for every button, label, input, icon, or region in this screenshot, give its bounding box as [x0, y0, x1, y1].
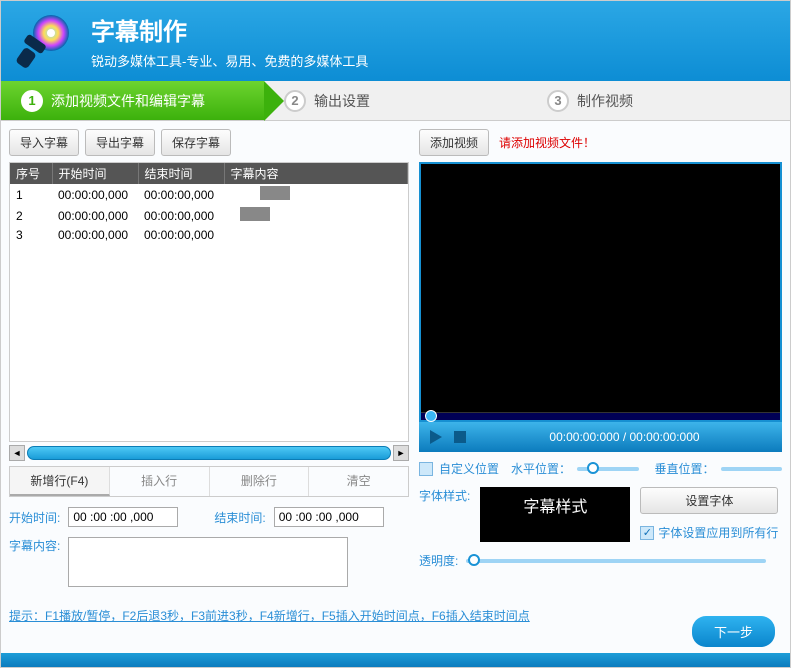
app-title: 字幕制作 [91, 12, 368, 47]
video-warning-text: 请添加视频文件！ [499, 134, 595, 151]
app-header: 字幕制作 锐动多媒体工具-专业、易用、免费的多媒体工具 [1, 1, 790, 81]
play-icon[interactable] [427, 428, 445, 446]
start-time-label: 开始时间: [9, 509, 60, 526]
add-video-button[interactable]: 添加视频 [419, 129, 489, 156]
slider-thumb-icon[interactable] [587, 462, 599, 474]
hint-text: 提示：F1播放/暂停，F2后退3秒，F3前进3秒，F4新增行，F5插入开始时间点… [9, 607, 782, 624]
step-2[interactable]: 2 输出设置 [264, 81, 527, 120]
step-1[interactable]: 1 添加视频文件和编辑字幕 [1, 81, 264, 120]
stop-icon[interactable] [451, 428, 469, 446]
app-subtitle: 锐动多媒体工具-专业、易用、免费的多媒体工具 [91, 51, 368, 70]
opacity-slider[interactable] [466, 559, 766, 563]
col-start: 开始时间 [52, 163, 138, 184]
video-preview [419, 162, 782, 422]
hpos-slider[interactable] [577, 467, 638, 471]
app-logo-icon [16, 11, 76, 71]
time-display: 00:00:00:000 / 00:00:00:000 [549, 430, 699, 444]
scroll-track[interactable] [27, 446, 391, 460]
step-1-label: 添加视频文件和编辑字幕 [51, 91, 205, 111]
apply-all-checkbox[interactable] [640, 526, 654, 540]
custom-position-label: 自定义位置 [439, 460, 499, 477]
playhead-icon[interactable] [425, 410, 437, 422]
font-style-preview: 字幕样式 [480, 487, 630, 542]
opacity-label: 透明度: [419, 552, 458, 569]
step-2-label: 输出设置 [314, 91, 370, 111]
scroll-right-icon[interactable]: ► [393, 445, 409, 461]
content-label: 字幕内容: [9, 537, 60, 554]
new-row-button[interactable]: 新增行(F4) [10, 467, 110, 496]
delete-row-button[interactable]: 删除行 [210, 467, 310, 496]
font-style-label: 字体样式: [419, 487, 470, 504]
wizard-steps: 1 添加视频文件和编辑字幕 2 输出设置 3 制作视频 [1, 81, 790, 121]
end-time-label: 结束时间: [214, 509, 265, 526]
step-3-label: 制作视频 [577, 91, 633, 111]
step-3-num: 3 [547, 90, 569, 112]
set-font-button[interactable]: 设置字体 [640, 487, 778, 514]
step-3[interactable]: 3 制作视频 [527, 81, 790, 120]
table-row[interactable]: 2 00:00:00,000 00:00:00,000 [10, 205, 408, 226]
clear-button[interactable]: 清空 [309, 467, 408, 496]
step-2-num: 2 [284, 90, 306, 112]
horizontal-scrollbar[interactable]: ◄ ► [9, 444, 409, 462]
vpos-slider[interactable] [721, 467, 782, 471]
scroll-left-icon[interactable]: ◄ [9, 445, 25, 461]
step-1-num: 1 [21, 90, 43, 112]
insert-row-button[interactable]: 插入行 [110, 467, 210, 496]
apply-all-label: 字体设置应用到所有行 [658, 524, 778, 541]
video-timeline[interactable] [421, 412, 780, 420]
export-subtitle-button[interactable]: 导出字幕 [85, 129, 155, 156]
start-time-input[interactable] [68, 507, 178, 527]
hpos-label: 水平位置： [511, 460, 571, 477]
col-content: 字幕内容 [224, 163, 408, 184]
slider-thumb-icon[interactable] [468, 554, 480, 566]
vpos-label: 垂直位置： [655, 460, 715, 477]
custom-position-checkbox[interactable] [419, 462, 433, 476]
subtitle-table: 序号 开始时间 结束时间 字幕内容 1 00:00:00,000 00:00:0… [9, 162, 409, 442]
video-controls: 00:00:00:000 / 00:00:00:000 [419, 422, 782, 452]
col-seq: 序号 [10, 163, 52, 184]
footer-bar [1, 653, 790, 667]
subtitle-content-input[interactable] [68, 537, 348, 587]
table-row[interactable]: 1 00:00:00,000 00:00:00,000 [10, 184, 408, 205]
import-subtitle-button[interactable]: 导入字幕 [9, 129, 79, 156]
next-button[interactable]: 下一步 [692, 616, 775, 647]
subtitle-block-icon [240, 207, 270, 221]
subtitle-block-icon [260, 186, 290, 200]
table-row[interactable]: 3 00:00:00,000 00:00:00,000 [10, 226, 408, 244]
col-end: 结束时间 [138, 163, 224, 184]
save-subtitle-button[interactable]: 保存字幕 [161, 129, 231, 156]
end-time-input[interactable] [274, 507, 384, 527]
